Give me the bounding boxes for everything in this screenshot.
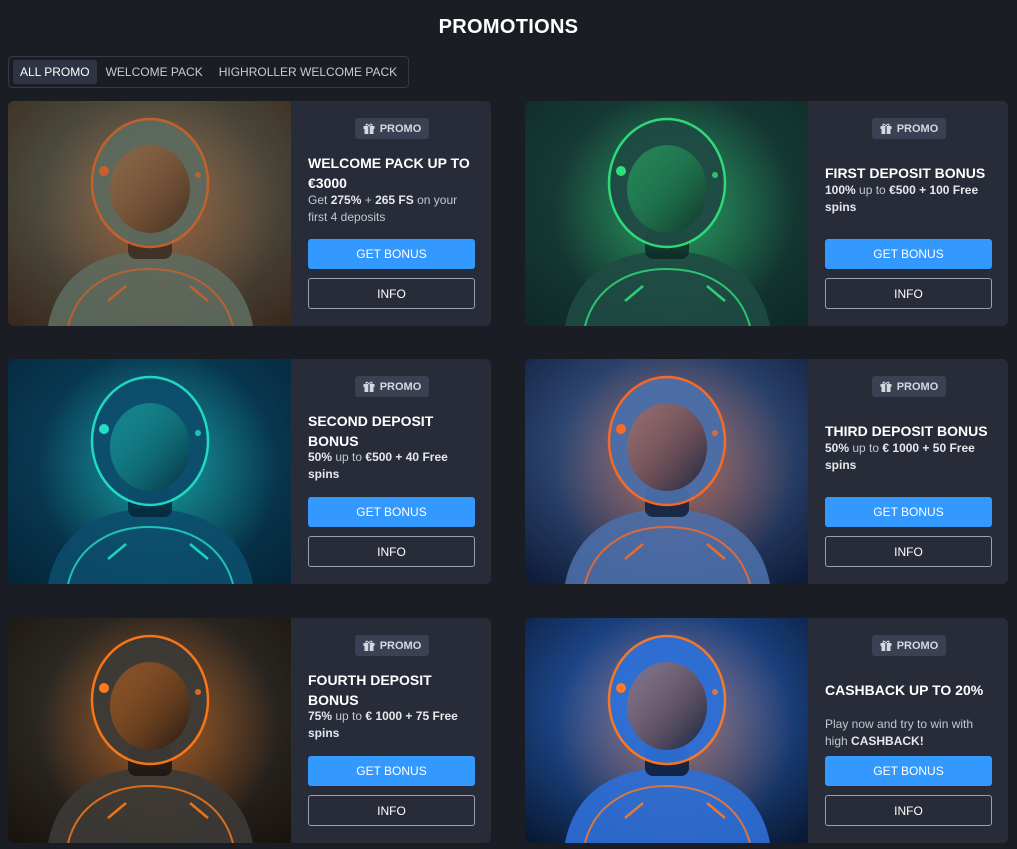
promo-title: SECOND DEPOSIT BONUS (308, 413, 434, 449)
promo-description: 75% up to € 1000 + 75 Free spins (308, 709, 458, 740)
tab-highroller-welcome-pack[interactable]: HIGHROLLER WELCOME PACK (212, 60, 404, 84)
info-button[interactable]: INFO (308, 536, 475, 567)
get-bonus-button[interactable]: GET BONUS (308, 497, 475, 527)
promo-badge: PROMO (355, 118, 429, 139)
promo-tabs: ALL PROMO WELCOME PACK HIGHROLLER WELCOM… (8, 56, 410, 88)
promo-badge: PROMO (355, 635, 429, 656)
promo-description: Get 275% + 265 FS on your first 4 deposi… (308, 193, 458, 224)
gift-icon (363, 381, 375, 392)
promo-badge-label: PROMO (379, 380, 422, 393)
get-bonus-button[interactable]: GET BONUS (825, 239, 992, 269)
promo-title: CASHBACK UP TO 20% (825, 682, 984, 698)
info-button[interactable]: INFO (825, 536, 992, 567)
promo-badge-label: PROMO (896, 122, 939, 135)
promo-card: PROMO FIRST DEPOSIT BONUS 100% up to €50… (525, 101, 1008, 326)
promo-art-svg (525, 618, 808, 843)
promo-description: 100% up to €500 + 100 Free spins (825, 183, 979, 214)
info-button[interactable]: INFO (825, 795, 992, 826)
promo-body: PROMO FOURTH DEPOSIT BONUS 75% up to € 1… (291, 618, 491, 843)
promo-art-svg (8, 359, 291, 584)
promo-card: PROMO THIRD DEPOSIT BONUS 50% up to € 10… (525, 359, 1008, 584)
promo-art-svg (525, 101, 808, 326)
gift-icon (880, 381, 892, 392)
promo-card: PROMO WELCOME PACK UP TO €3000 Get 275% … (8, 101, 491, 326)
gift-icon (880, 123, 892, 134)
get-bonus-button[interactable]: GET BONUS (308, 239, 475, 269)
promo-art-svg (8, 101, 291, 326)
promo-card: PROMO SECOND DEPOSIT BONUS 50% up to €50… (8, 359, 491, 584)
gift-icon (363, 123, 375, 134)
get-bonus-button[interactable]: GET BONUS (825, 497, 992, 527)
promo-description: 50% up to € 1000 + 50 Free spins (825, 441, 975, 472)
gift-icon (880, 640, 892, 651)
page-title: PROMOTIONS (438, 16, 579, 38)
promo-body: PROMO THIRD DEPOSIT BONUS 50% up to € 10… (808, 359, 1008, 584)
promo-body: PROMO CASHBACK UP TO 20% Play now and tr… (808, 618, 1008, 843)
info-button[interactable]: INFO (825, 278, 992, 309)
promo-body: PROMO FIRST DEPOSIT BONUS 100% up to €50… (808, 101, 1008, 326)
promo-badge-label: PROMO (896, 380, 939, 393)
promo-art-svg (8, 618, 291, 843)
gift-icon (363, 640, 375, 651)
promo-image[interactable] (8, 101, 291, 326)
promo-image[interactable] (8, 359, 291, 584)
promo-description: 50% up to €500 + 40 Free spins (308, 450, 448, 481)
promo-badge: PROMO (872, 118, 946, 139)
promo-card: PROMO CASHBACK UP TO 20% Play now and tr… (525, 618, 1008, 843)
promo-title: FIRST DEPOSIT BONUS (825, 165, 986, 181)
promo-image[interactable] (525, 359, 808, 584)
promo-badge-label: PROMO (379, 122, 422, 135)
promo-badge: PROMO (872, 376, 946, 397)
promo-image[interactable] (525, 618, 808, 843)
info-button[interactable]: INFO (308, 278, 475, 309)
promo-body: PROMO WELCOME PACK UP TO €3000 Get 275% … (291, 101, 491, 326)
promo-badge: PROMO (355, 376, 429, 397)
promo-card: PROMO FOURTH DEPOSIT BONUS 75% up to € 1… (8, 618, 491, 843)
promo-title: THIRD DEPOSIT BONUS (825, 423, 988, 439)
promo-badge-label: PROMO (896, 639, 939, 652)
promo-art-svg (525, 359, 808, 584)
promo-description: Play now and try to win with high CASHBA… (825, 717, 974, 748)
get-bonus-button[interactable]: GET BONUS (308, 756, 475, 786)
tab-welcome-pack[interactable]: WELCOME PACK (99, 60, 210, 84)
promo-title: WELCOME PACK UP TO €3000 (308, 155, 470, 191)
promo-badge-label: PROMO (379, 639, 422, 652)
tab-all-promo[interactable]: ALL PROMO (13, 60, 97, 84)
promo-image[interactable] (8, 618, 291, 843)
get-bonus-button[interactable]: GET BONUS (825, 756, 992, 786)
promo-title: FOURTH DEPOSIT BONUS (308, 672, 432, 708)
promo-image[interactable] (525, 101, 808, 326)
info-button[interactable]: INFO (308, 795, 475, 826)
promo-body: PROMO SECOND DEPOSIT BONUS 50% up to €50… (291, 359, 491, 584)
promo-badge: PROMO (872, 635, 946, 656)
